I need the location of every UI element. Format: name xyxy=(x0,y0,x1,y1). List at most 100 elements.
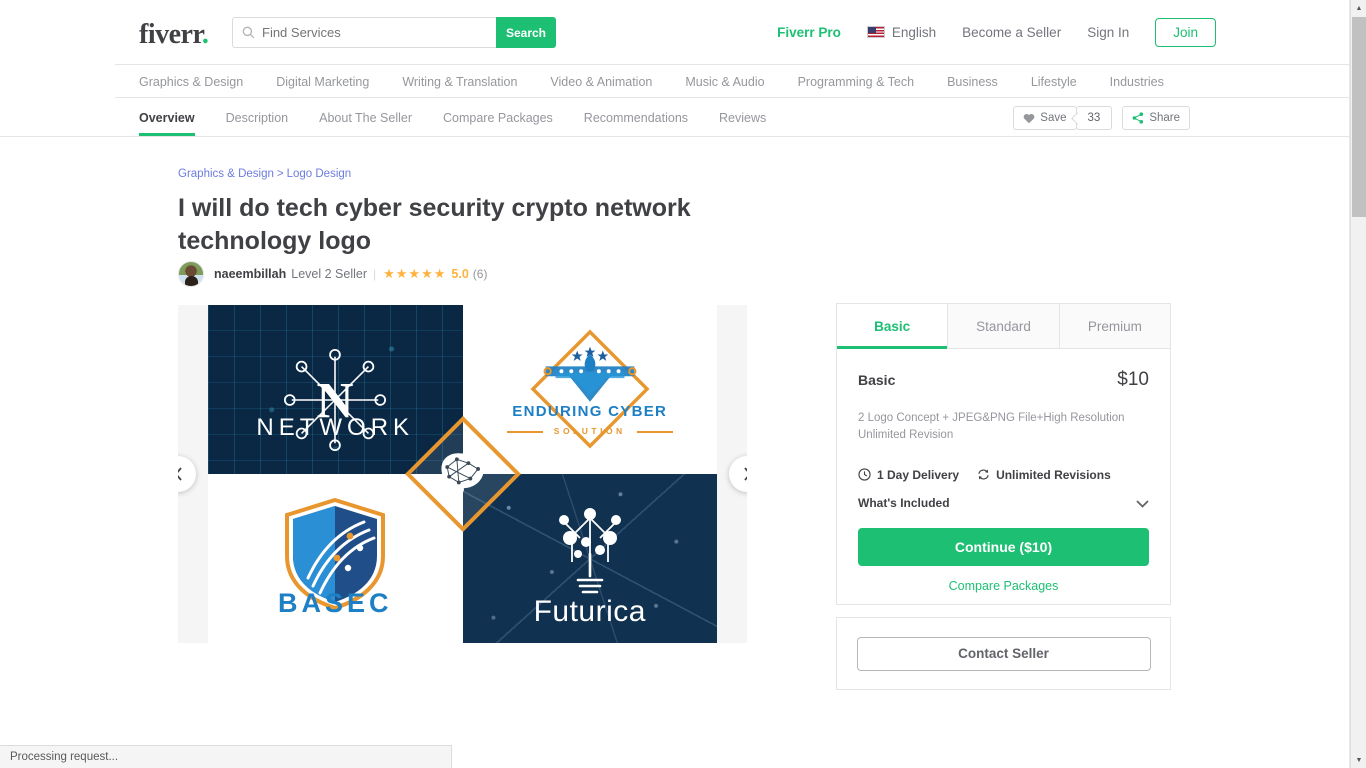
gallery-cell-enduring-cyber: ENDURING CYBER SOLUTION xyxy=(462,305,718,474)
save-button[interactable]: Save xyxy=(1013,106,1077,130)
clock-icon xyxy=(858,468,871,481)
category-item-video-animation[interactable]: Video & Animation xyxy=(550,75,652,89)
status-bar: Processing request... xyxy=(0,745,452,768)
breadcrumb: Graphics & Design > Logo Design xyxy=(178,168,351,180)
seller-name[interactable]: naeembillah xyxy=(214,267,286,281)
package-price: $10 xyxy=(1117,369,1149,390)
us-flag-icon xyxy=(866,26,885,38)
bulb-circuit-icon xyxy=(558,508,621,594)
gallery-prev-button[interactable] xyxy=(178,456,196,492)
fiverr-logo-text: fiverr xyxy=(139,19,202,50)
tab-overview[interactable]: Overview xyxy=(139,99,195,136)
gallery-next-button[interactable] xyxy=(729,456,747,492)
share-label: Share xyxy=(1149,112,1180,124)
search-box[interactable] xyxy=(232,17,496,48)
vertical-scrollbar[interactable]: ▲ ▼ xyxy=(1350,0,1366,768)
logo-label-enduring-cyber: ENDURING CYBER xyxy=(512,403,668,420)
main-content: Graphics & Design > Logo Design I will do … xyxy=(0,137,1350,737)
logo-label-solution: SOLUTION xyxy=(463,426,718,436)
scroll-up-arrow[interactable]: ▲ xyxy=(1351,0,1366,16)
fiverr-pro-link[interactable]: Fiverr Pro xyxy=(777,25,841,40)
chevron-right-icon xyxy=(743,467,747,481)
save-count: 33 xyxy=(1075,106,1113,130)
package-name: Basic xyxy=(858,372,896,388)
category-item-music-audio[interactable]: Music & Audio xyxy=(685,75,764,89)
tab-about-the-seller[interactable]: About The Seller xyxy=(319,99,412,136)
tab-reviews[interactable]: Reviews xyxy=(719,99,766,136)
scrollbar-thumb[interactable] xyxy=(1352,17,1366,217)
package-tab-standard[interactable]: Standard xyxy=(948,304,1060,348)
logo-label-basec: BASEC xyxy=(277,588,393,618)
chevron-down-icon xyxy=(1136,496,1149,511)
page-title: I will do tech cyber security crypto net… xyxy=(178,194,691,256)
share-icon xyxy=(1132,112,1144,124)
contact-seller-button[interactable]: Contact Seller xyxy=(856,636,1151,671)
gig-sub-nav: Overview Description About The Seller Compa… xyxy=(0,99,1350,137)
fiverr-logo[interactable]: fiverr. xyxy=(139,19,209,51)
search-bar: Search xyxy=(232,17,556,48)
gig-tab-list: Overview Description About The Seller Compa… xyxy=(139,99,797,136)
delivery-label: 1 Day Delivery xyxy=(877,467,960,482)
join-button[interactable]: Join xyxy=(1155,17,1216,47)
seller-info: naeembillah Level 2 Seller | ★★★★★ 5.0 (… xyxy=(178,261,487,287)
pricing-panel: Basic Standard Premium Basic $10 2 Logo Co… xyxy=(836,303,1171,605)
avatar[interactable] xyxy=(178,261,204,287)
language-selector[interactable]: English xyxy=(866,24,937,40)
language-label: English xyxy=(891,24,937,40)
category-nav-list: Graphics & Design Digital Marketing Writin… xyxy=(139,65,1197,98)
continue-button[interactable]: Continue ($10) xyxy=(858,527,1149,566)
breadcrumb-separator: > xyxy=(276,168,284,180)
become-a-seller-link[interactable]: Become a Seller xyxy=(962,25,1061,40)
search-input[interactable] xyxy=(262,25,496,40)
seller-level: Level 2 Seller xyxy=(291,267,367,281)
brain-network-icon xyxy=(434,446,492,503)
whats-included-toggle[interactable]: What's Included xyxy=(858,496,1149,511)
status-text: Processing request... xyxy=(10,751,119,763)
scroll-down-arrow[interactable]: ▼ xyxy=(1351,752,1366,768)
share-button[interactable]: Share xyxy=(1122,106,1190,130)
search-button[interactable]: Search xyxy=(496,17,556,48)
category-item-graphics-design[interactable]: Graphics & Design xyxy=(139,75,243,89)
whats-included-label: What's Included xyxy=(858,496,950,510)
fiverr-logo-dot: . xyxy=(201,19,209,50)
tab-compare-packages[interactable]: Compare Packages xyxy=(443,99,553,136)
package-header: Basic $10 xyxy=(858,369,1149,391)
tab-recommendations[interactable]: Recommendations xyxy=(584,99,688,136)
gallery-cell-basec: BASEC xyxy=(208,474,463,643)
logo-label-futurica: Futurica xyxy=(533,595,646,628)
gallery-cell-network: N NETWORK xyxy=(208,305,463,474)
compare-packages-link[interactable]: Compare Packages xyxy=(858,579,1149,593)
sign-in-link[interactable]: Sign In xyxy=(1087,25,1129,40)
breadcrumb-parent[interactable]: Graphics & Design xyxy=(178,168,274,180)
category-item-digital-marketing[interactable]: Digital Marketing xyxy=(276,75,369,89)
package-description: 2 Logo Concept + JPEG&PNG File+High Reso… xyxy=(858,412,1125,442)
category-nav: Graphics & Design Digital Marketing Writin… xyxy=(115,64,1350,98)
contact-seller-box: Contact Seller xyxy=(836,617,1171,690)
package-tabs: Basic Standard Premium xyxy=(837,304,1170,349)
category-item-programming-tech[interactable]: Programming & Tech xyxy=(798,75,915,89)
package-tab-premium[interactable]: Premium xyxy=(1059,304,1170,348)
rating-count: (6) xyxy=(472,267,488,281)
site-header: fiverr. Search Fiverr Pro English Become… xyxy=(0,0,1350,64)
category-item-industries[interactable]: Industries xyxy=(1110,75,1164,89)
gallery-slide[interactable]: N NETWORK ENDURING CYBER SOLUTION BASEC … xyxy=(208,305,717,643)
category-item-business[interactable]: Business xyxy=(947,75,998,89)
tab-description[interactable]: Description xyxy=(226,99,289,136)
category-item-lifestyle[interactable]: Lifestyle xyxy=(1031,75,1077,89)
header-right-nav: Fiverr Pro English Become a Seller Sign … xyxy=(777,0,1216,64)
page-viewport: fiverr. Search Fiverr Pro English Become… xyxy=(0,0,1366,768)
gig-actions: Save 33 Share xyxy=(1013,106,1190,130)
rating-value: 5.0 xyxy=(451,267,469,281)
seller-divider: | xyxy=(373,267,377,281)
search-icon xyxy=(242,26,255,39)
breadcrumb-child[interactable]: Logo Design xyxy=(287,168,352,180)
logo-label-network: NETWORK xyxy=(256,414,415,441)
heart-icon xyxy=(1023,113,1035,124)
package-body: Basic $10 2 Logo Concept + JPEG&PNG File… xyxy=(837,349,1170,593)
rating-stars: ★★★★★ xyxy=(383,266,447,281)
gallery-cell-futurica: Futurica xyxy=(462,474,717,643)
revisions-info: Unlimited Revisions xyxy=(977,468,1111,482)
package-tab-basic[interactable]: Basic xyxy=(837,304,949,349)
category-item-writing-translation[interactable]: Writing & Translation xyxy=(402,75,517,89)
refresh-icon xyxy=(977,468,990,481)
